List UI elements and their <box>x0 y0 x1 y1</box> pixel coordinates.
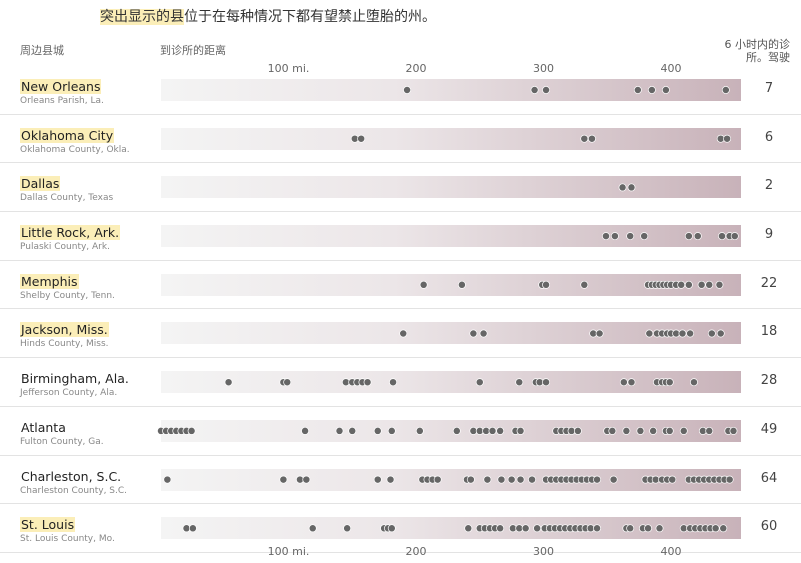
city-name: Atlanta <box>21 419 66 435</box>
clinic-count: 6 <box>764 129 774 145</box>
title-highlight: 突出显示的县 <box>100 9 184 25</box>
county-label: Charleston, S.C. Charleston County, S.C. <box>20 466 127 497</box>
distance-bar <box>161 468 741 491</box>
county-label: Oklahoma City Oklahoma County, Okla. <box>20 125 130 156</box>
county-label: Dallas Dallas County, Texas <box>20 173 113 204</box>
distance-bar <box>161 371 741 394</box>
county-label: Birmingham, Ala. Jefferson County, Ala. <box>20 368 130 399</box>
chart-rows: New Orleans Orleans Parish, La. 7 Oklahoma … <box>0 66 801 553</box>
county-name: Fulton County, Ga. <box>20 436 104 447</box>
city-name: Dallas <box>20 176 61 192</box>
county-row: Birmingham, Ala. Jefferson County, Ala. 28 <box>0 358 801 407</box>
county-row: Memphis Shelby County, Tenn. 22 <box>0 261 801 310</box>
title-rest: 位于在每种情况下都有望禁止堕胎的州。 <box>184 9 436 25</box>
distance-bar <box>161 273 741 296</box>
county-label: Memphis Shelby County, Tenn. <box>20 271 115 302</box>
city-name: Birmingham, Ala. <box>21 371 129 387</box>
city-name: Jackson, Miss. <box>20 322 109 338</box>
header-county: 周边县城 <box>20 44 64 57</box>
clinic-count: 9 <box>764 227 774 243</box>
county-name: Charleston County, S.C. <box>20 485 128 496</box>
county-name: Dallas County, Texas <box>20 193 114 204</box>
county-row: Oklahoma City Oklahoma County, Okla. 6 <box>0 115 801 164</box>
clinic-count: 7 <box>764 81 774 96</box>
county-label: St. Louis St. Louis County, Mo. <box>20 514 115 545</box>
county-row: Atlanta Fulton County, Ga. 49 <box>0 407 801 456</box>
distance-bar <box>161 79 741 101</box>
county-row: Jackson, Miss. Hinds County, Miss. 18 <box>0 309 801 359</box>
city-name: Oklahoma City <box>20 127 115 143</box>
distance-bar <box>161 517 741 540</box>
clinic-count: 60 <box>760 519 778 535</box>
city-name: St. Louis <box>20 517 76 533</box>
clinic-count: 22 <box>760 275 778 291</box>
county-label: Jackson, Miss. Hinds County, Miss. <box>20 319 109 350</box>
header-distance: 到诊所的距离 <box>160 44 226 57</box>
clinic-count: 2 <box>764 178 774 194</box>
clinic-count: 18 <box>760 324 778 340</box>
county-row: New Orleans Orleans Parish, La. 7 <box>0 66 801 115</box>
county-name: Orleans Parish, La. <box>20 96 104 106</box>
city-name: Memphis <box>20 273 79 289</box>
city-name: New Orleans <box>20 79 102 94</box>
clinic-count: 49 <box>760 421 778 437</box>
city-name: Charleston, S.C. <box>21 468 122 484</box>
county-row: St. Louis St. Louis County, Mo. 60 <box>0 504 801 553</box>
county-row: Dallas Dallas County, Texas 2 <box>0 163 801 213</box>
county-name: Jefferson County, Ala. <box>20 388 118 399</box>
county-name: Pulaski County, Ark. <box>20 242 110 253</box>
clinic-count: 64 <box>760 470 778 486</box>
city-name: Little Rock, Ark. <box>20 225 121 241</box>
county-name: Shelby County, Tenn. <box>20 290 115 301</box>
county-label: New Orleans Orleans Parish, La. <box>20 76 104 107</box>
county-name: Hinds County, Miss. <box>20 339 109 350</box>
distance-bar <box>161 176 741 199</box>
county-label: Atlanta Fulton County, Ga. <box>20 417 104 448</box>
distance-bar <box>161 127 741 150</box>
header-clinic-count: 6 小时内的诊所。驾驶 <box>724 38 791 64</box>
distance-bar <box>161 322 741 345</box>
chart-title: 突出显示的县位于在每种情况下都有望禁止堕胎的州。 <box>100 6 436 26</box>
distance-bar <box>161 225 741 248</box>
clinic-count: 28 <box>760 373 778 389</box>
county-row: Little Rock, Ark. Pulaski County, Ark. 9 <box>0 212 801 261</box>
county-name: Oklahoma County, Okla. <box>20 144 130 155</box>
distance-bar <box>161 419 741 442</box>
county-label: Little Rock, Ark. Pulaski County, Ark. <box>20 222 121 253</box>
county-row: Charleston, S.C. Charleston County, S.C. 6… <box>0 456 801 505</box>
county-name: St. Louis County, Mo. <box>20 534 115 545</box>
